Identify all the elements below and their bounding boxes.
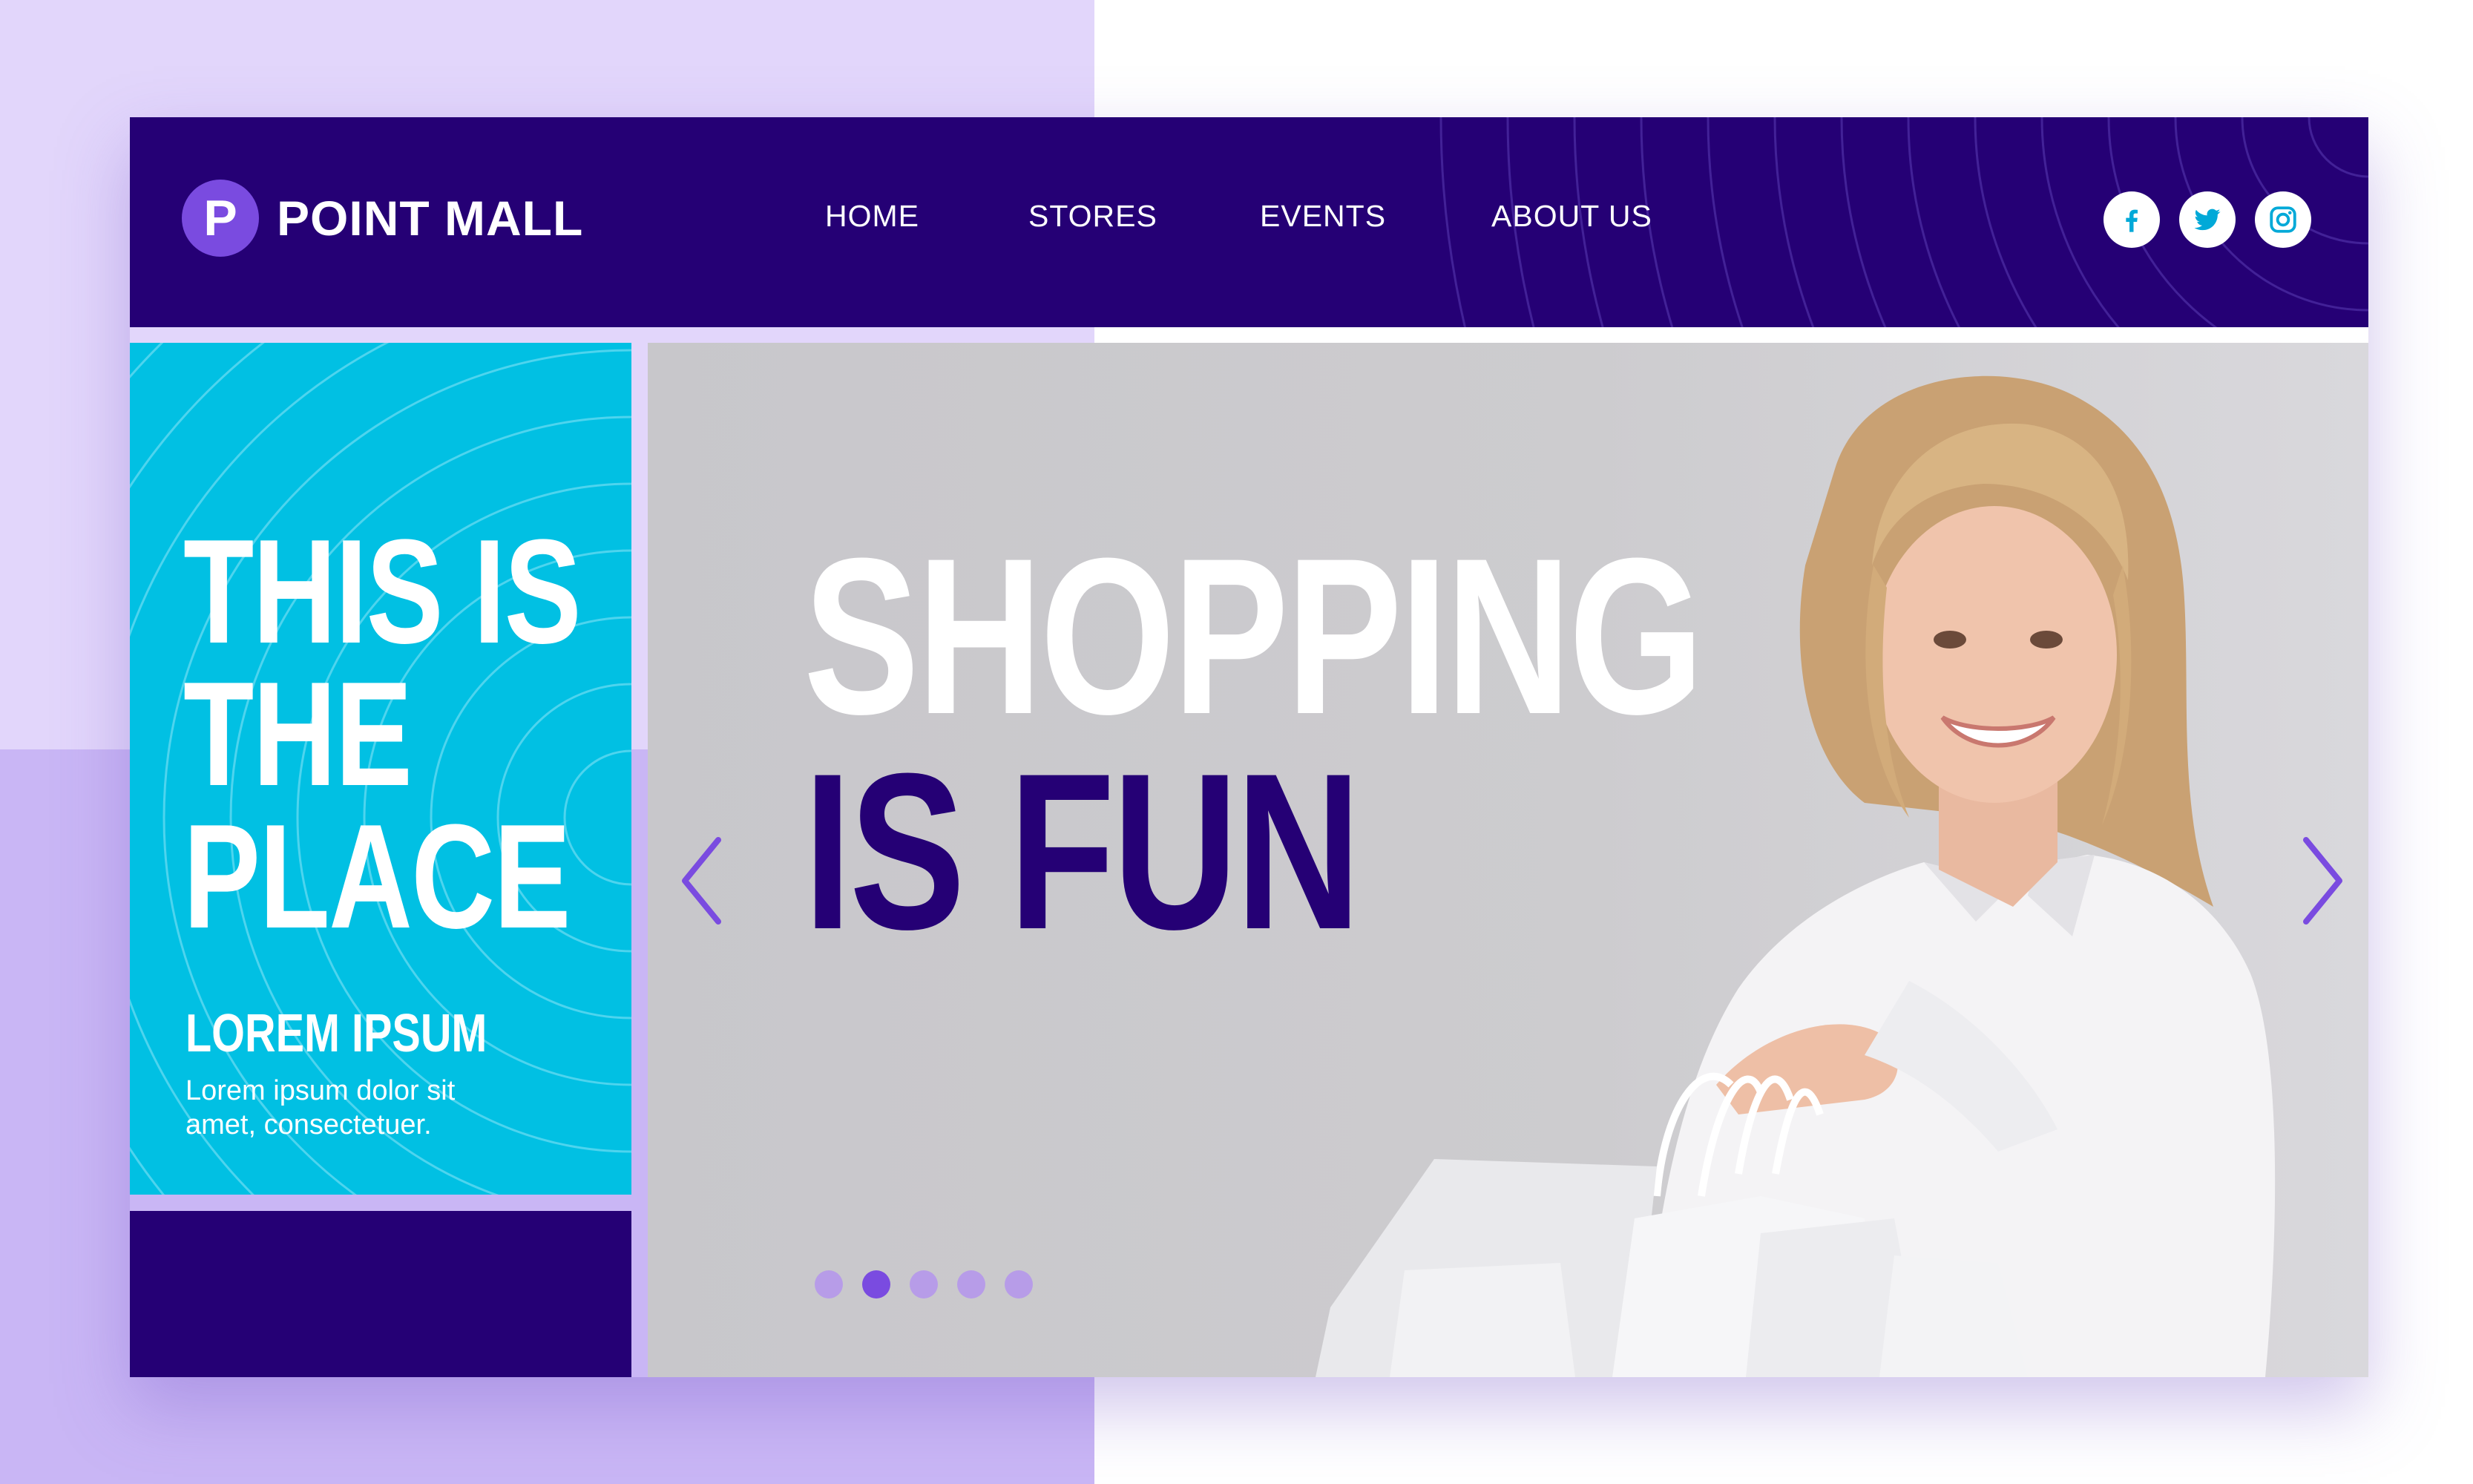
promo-title-line-2: THE (183, 651, 413, 817)
facebook-icon[interactable] (2103, 191, 2160, 248)
slide-dot-1[interactable] (815, 1270, 843, 1298)
hero-headline-line-2: IS FUN (804, 726, 1361, 976)
previous-slide-chevron-left-icon[interactable] (674, 833, 733, 929)
promo-body-line-2: amet, consectetuer. (185, 1109, 432, 1140)
next-slide-chevron-right-icon[interactable] (2291, 833, 2351, 929)
nav-item-home[interactable]: HOME (825, 199, 919, 234)
promo-title: THIS IS THE PLACE (183, 509, 582, 959)
slide-dot-4[interactable] (957, 1270, 985, 1298)
site-header: P POINT MALL HOME STORES EVENTS ABOUT US (130, 117, 2368, 327)
nav-item-stores[interactable]: STORES (1028, 199, 1157, 234)
slide-dot-3[interactable] (910, 1270, 938, 1298)
slide-dot-2-active[interactable] (862, 1270, 890, 1298)
promo-footer-block (130, 1211, 631, 1377)
slide-dot-5[interactable] (1005, 1270, 1033, 1298)
social-links (2103, 191, 2311, 249)
promo-body: Lorem ipsum dolor sit amet, consectetuer… (185, 1074, 601, 1142)
slide-pagination (815, 1270, 1033, 1298)
nav-item-events[interactable]: EVENTS (1260, 199, 1386, 234)
promo-panel: THIS IS THE PLACE LOREM IPSUM Lorem ipsu… (130, 343, 631, 1195)
promo-body-line-1: Lorem ipsum dolor sit (185, 1075, 456, 1106)
nav-item-about-us[interactable]: ABOUT US (1491, 199, 1652, 234)
hero-slider: SHOPPING IS FUN (648, 343, 2368, 1377)
promo-title-line-3: PLACE (183, 794, 571, 959)
hero-headline-line-1: SHOPPING (804, 511, 1704, 761)
twitter-icon[interactable] (2179, 191, 2236, 248)
main-nav: HOME STORES EVENTS ABOUT US (130, 199, 2368, 243)
promo-subtitle: LOREM IPSUM (185, 1004, 487, 1063)
instagram-icon[interactable] (2255, 191, 2311, 248)
promo-title-line-1: THIS IS (183, 509, 582, 674)
